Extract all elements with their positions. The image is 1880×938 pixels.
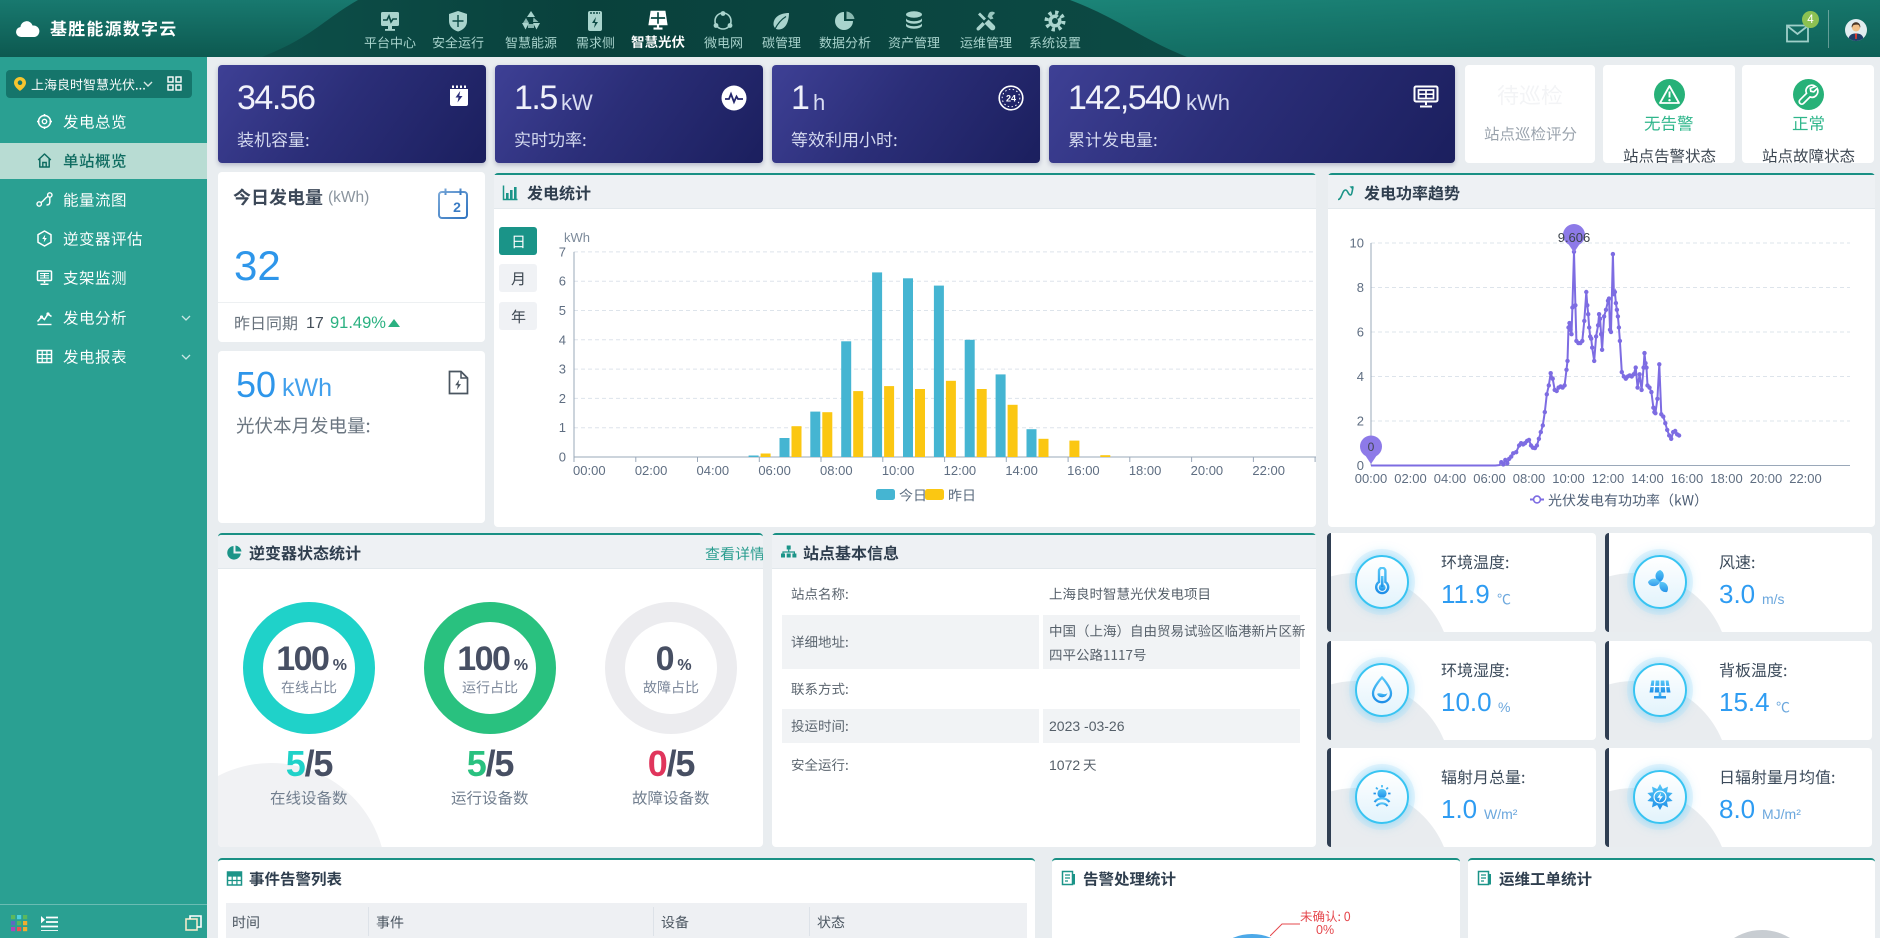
svg-text:1: 1 bbox=[559, 420, 566, 435]
svg-text:7: 7 bbox=[559, 244, 566, 259]
svg-text:8: 8 bbox=[1357, 280, 1364, 295]
svg-text:9.606: 9.606 bbox=[1558, 230, 1591, 245]
svg-text:08:00: 08:00 bbox=[820, 463, 853, 478]
svg-text:6: 6 bbox=[1357, 325, 1364, 340]
svg-text:14:00: 14:00 bbox=[1631, 471, 1664, 486]
svg-text:2: 2 bbox=[453, 199, 461, 215]
svg-text:22:00: 22:00 bbox=[1252, 463, 1285, 478]
svg-text:18:00: 18:00 bbox=[1710, 471, 1743, 486]
svg-text:22:00: 22:00 bbox=[1789, 471, 1822, 486]
svg-text:00:00: 00:00 bbox=[1355, 471, 1388, 486]
svg-text:6: 6 bbox=[559, 274, 566, 289]
svg-text:02:00: 02:00 bbox=[635, 463, 668, 478]
svg-text:4: 4 bbox=[1357, 369, 1364, 384]
svg-text:18:00: 18:00 bbox=[1129, 463, 1162, 478]
svg-text:24: 24 bbox=[1006, 94, 1016, 104]
svg-text:kWh: kWh bbox=[564, 230, 590, 245]
svg-text:00:00: 00:00 bbox=[573, 463, 606, 478]
svg-text:0: 0 bbox=[1368, 440, 1375, 454]
svg-text:10:00: 10:00 bbox=[882, 463, 915, 478]
svg-text:14:00: 14:00 bbox=[1005, 463, 1038, 478]
svg-text:04:00: 04:00 bbox=[1434, 471, 1467, 486]
svg-text:2: 2 bbox=[1357, 414, 1364, 429]
svg-text:20:00: 20:00 bbox=[1191, 463, 1224, 478]
svg-text:12:00: 12:00 bbox=[1592, 471, 1625, 486]
svg-text:06:00: 06:00 bbox=[1473, 471, 1506, 486]
svg-text:04:00: 04:00 bbox=[697, 463, 730, 478]
svg-text:12:00: 12:00 bbox=[944, 463, 977, 478]
svg-text:02:00: 02:00 bbox=[1394, 471, 1427, 486]
svg-text:16:00: 16:00 bbox=[1067, 463, 1100, 478]
svg-text:10:00: 10:00 bbox=[1552, 471, 1585, 486]
svg-text:5: 5 bbox=[559, 303, 566, 318]
svg-text:08:00: 08:00 bbox=[1513, 471, 1546, 486]
svg-text:20:00: 20:00 bbox=[1750, 471, 1783, 486]
svg-text:06:00: 06:00 bbox=[758, 463, 791, 478]
svg-text:16:00: 16:00 bbox=[1671, 471, 1704, 486]
svg-text:2: 2 bbox=[559, 391, 566, 406]
svg-text:10: 10 bbox=[1350, 236, 1364, 251]
svg-text:4: 4 bbox=[559, 332, 566, 347]
svg-text:3: 3 bbox=[559, 362, 566, 377]
svg-text:0: 0 bbox=[559, 450, 566, 465]
